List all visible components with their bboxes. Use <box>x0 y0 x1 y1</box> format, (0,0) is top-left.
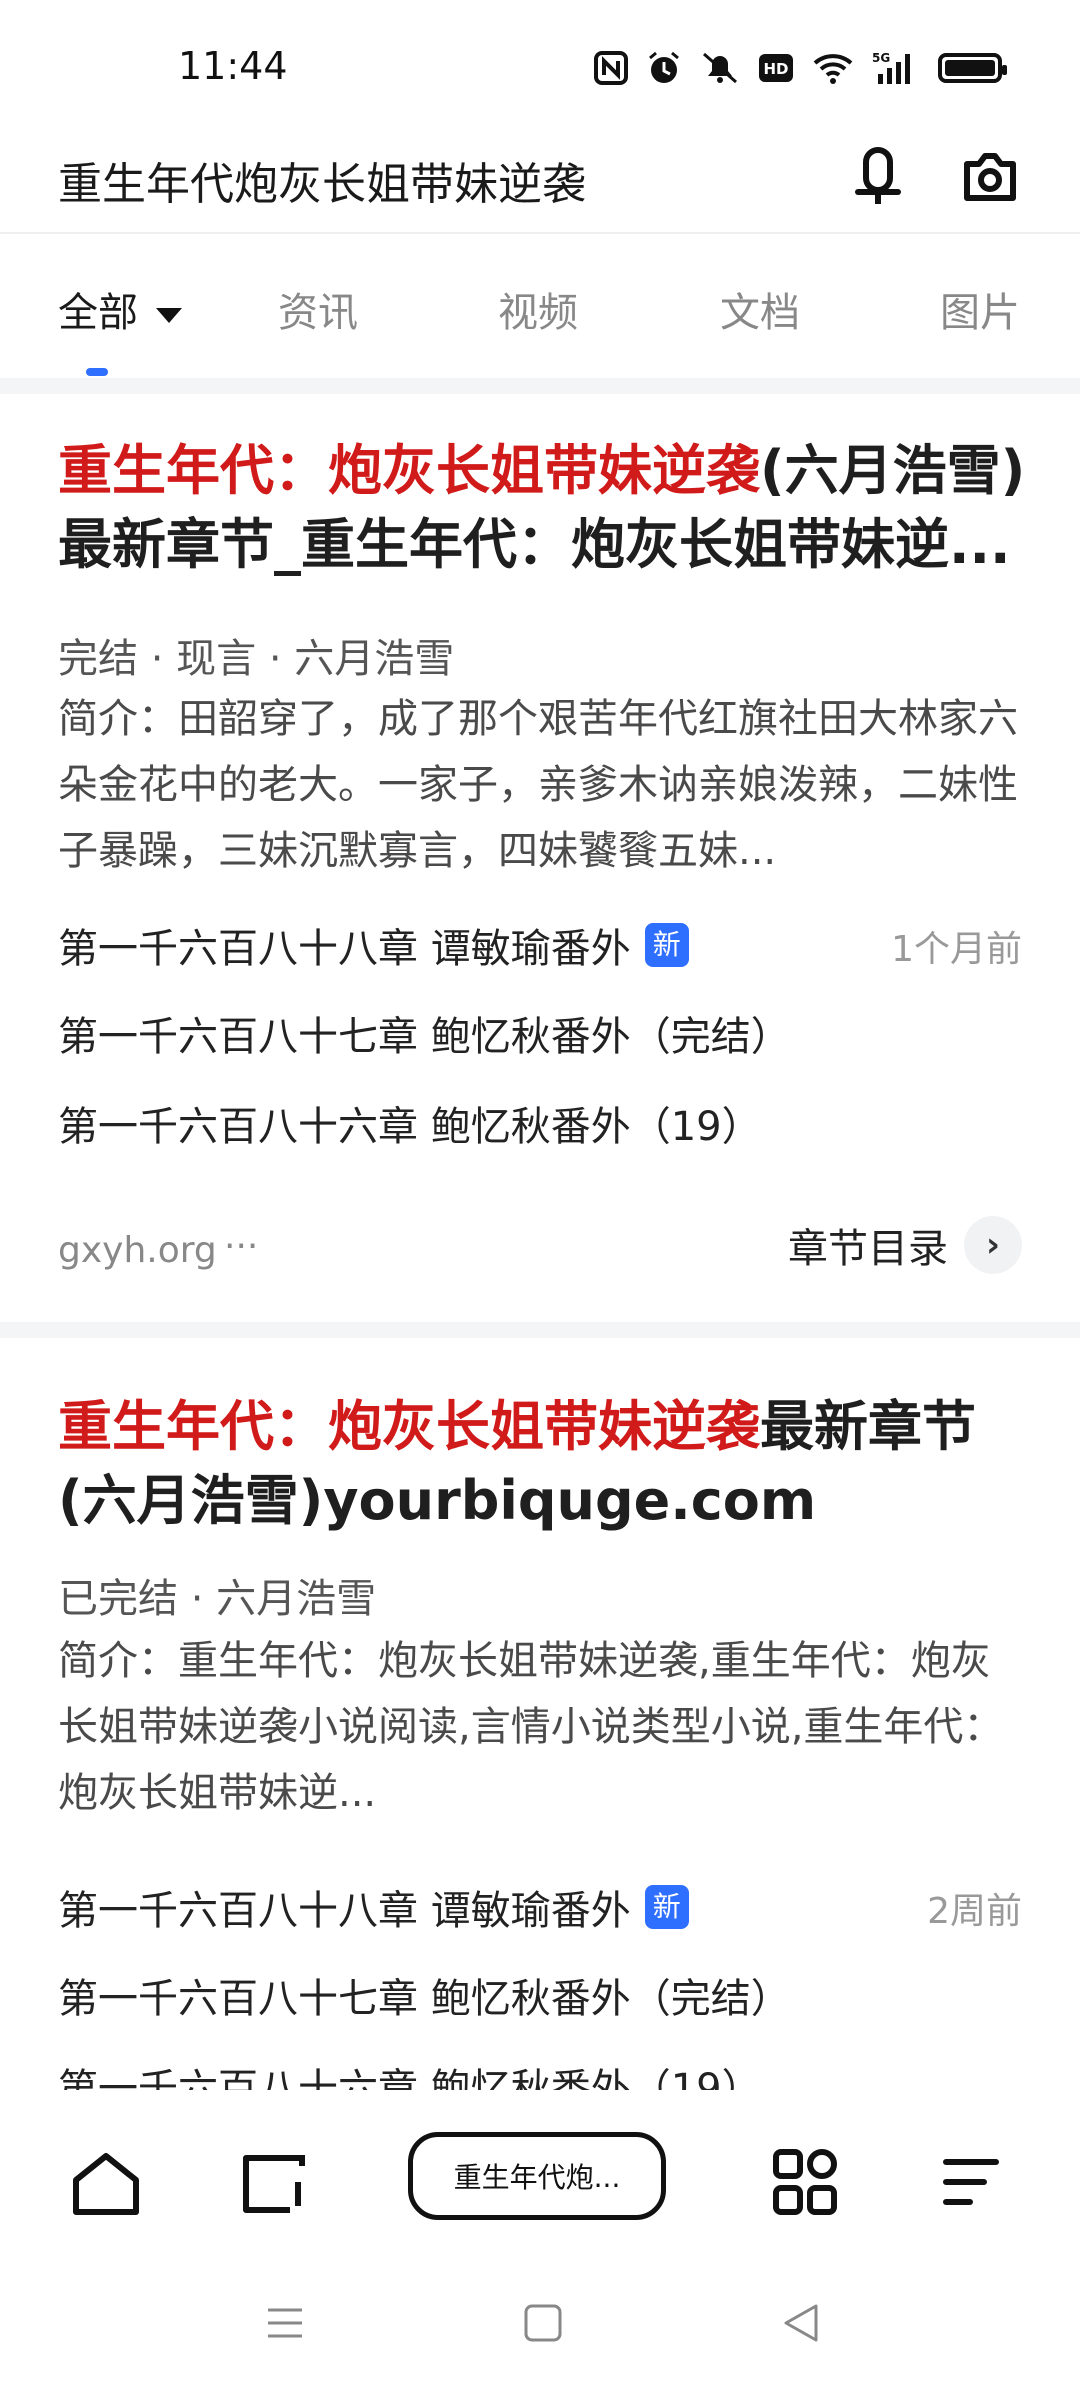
status-time: 11:44 <box>178 44 288 88</box>
current-query-pill[interactable]: 重生年代炮... <box>408 2132 666 2220</box>
menu-icon[interactable] <box>934 2142 1014 2222</box>
camera-icon[interactable] <box>955 142 1025 212</box>
chapter-time: 1个月前 <box>891 929 1022 970</box>
chapter-link[interactable]: 第一千六百八十八章 谭敏瑜番外 新 <box>58 916 689 974</box>
caret-down-icon[interactable] <box>156 307 182 323</box>
chapter-link[interactable]: 第一千六百八十七章 鲍忆秋番外（完结） <box>58 1004 791 1062</box>
bottom-toolbar: 1 重生年代炮... <box>0 2090 1080 2260</box>
hd-icon: HD <box>758 48 794 88</box>
result-meta: 已完结 · 六月浩雪 <box>58 1576 377 1622</box>
new-badge: 新 <box>644 1885 689 1929</box>
search-query[interactable]: 重生年代炮灰长姐带妹逆袭 <box>58 148 586 212</box>
source-site[interactable]: gxyh.org <box>58 1230 217 1271</box>
back-triangle-icon[interactable] <box>778 2300 824 2350</box>
battery-icon <box>938 48 1007 88</box>
system-nav-bar <box>0 2260 1080 2400</box>
more-options-icon[interactable]: ··· <box>224 1226 258 1267</box>
svg-text:HD: HD <box>763 60 788 78</box>
result-title[interactable]: 重生年代：炮灰长姐带妹逆袭(六月浩雪)最新章节_重生年代：炮灰长姐带妹逆... <box>58 434 1028 582</box>
home-icon[interactable] <box>66 2142 146 2222</box>
tab-docs[interactable]: 文档 <box>720 280 800 338</box>
result-description: 简介：田韶穿了，成了那个艰苦年代红旗社田大林家六朵金花中的老大。一家子，亲爹木讷… <box>58 696 1018 874</box>
search-bar[interactable]: 重生年代炮灰长姐带妹逆袭 <box>0 130 1080 234</box>
tabs-count-icon[interactable]: 1 <box>236 2142 316 2222</box>
status-icons: HD 5G <box>594 48 1007 88</box>
result-card[interactable]: 重生年代：炮灰长姐带妹逆袭(六月浩雪)最新章节_重生年代：炮灰长姐带妹逆... … <box>0 394 1080 1314</box>
tab-all[interactable]: 全部 <box>58 280 182 338</box>
result-description: 简介：重生年代：炮灰长姐带妹逆袭,重生年代：炮灰长姐带妹逆袭小说阅读,言情小说类… <box>58 1638 1004 1816</box>
status-bar: 11:44 HD 5G <box>0 0 1080 140</box>
home-square-icon[interactable] <box>520 2300 566 2350</box>
apps-grid-icon[interactable] <box>766 2142 846 2222</box>
chapter-time: 2周前 <box>927 1891 1022 1932</box>
tab-video[interactable]: 视频 <box>498 280 578 338</box>
result-title-highlight: 重生年代：炮灰长姐带妹逆袭 <box>58 1395 760 1458</box>
alarm-icon <box>646 48 682 88</box>
tab-all-label: 全部 <box>58 290 138 336</box>
recent-apps-icon[interactable] <box>262 2300 308 2350</box>
active-tab-indicator <box>86 368 108 376</box>
divider <box>0 1322 1080 1338</box>
wifi-icon <box>812 48 854 88</box>
tab-images[interactable]: 图片 <box>940 280 1020 338</box>
nfc-icon <box>594 48 628 88</box>
chapter-title: 第一千六百八十八章 谭敏瑜番外 <box>58 926 631 972</box>
svg-text:1: 1 <box>294 2209 295 2211</box>
tab-news[interactable]: 资讯 <box>278 280 358 338</box>
microphone-icon[interactable] <box>848 142 908 212</box>
cellular-signal-icon: 5G <box>872 48 920 88</box>
chevron-right-icon: › <box>964 1216 1022 1274</box>
result-title-highlight: 重生年代：炮灰长姐带妹逆袭 <box>58 439 760 502</box>
search-tabs: 全部 资讯 视频 文档 图片 <box>0 232 1080 378</box>
result-title[interactable]: 重生年代：炮灰长姐带妹逆袭最新章节(六月浩雪)yourbiquge.com <box>58 1390 1028 1538</box>
new-badge: 新 <box>644 923 689 967</box>
svg-text:5G: 5G <box>872 51 890 65</box>
chapter-catalog-button[interactable]: 章节目录 › <box>788 1216 1022 1274</box>
chapter-link[interactable]: 第一千六百八十八章 谭敏瑜番外 新 <box>58 1878 689 1936</box>
chapter-link[interactable]: 第一千六百八十六章 鲍忆秋番外（19） <box>58 1094 762 1152</box>
mute-icon <box>700 48 740 88</box>
result-meta: 完结 · 现言 · 六月浩雪 <box>58 636 455 682</box>
divider <box>0 378 1080 394</box>
chapter-link[interactable]: 第一千六百八十七章 鲍忆秋番外（完结） <box>58 1966 791 2024</box>
result-card[interactable]: 重生年代：炮灰长姐带妹逆袭最新章节(六月浩雪)yourbiquge.com 已完… <box>0 1338 1080 2098</box>
chapter-title: 第一千六百八十八章 谭敏瑜番外 <box>58 1888 631 1934</box>
chapter-catalog-label: 章节目录 <box>788 1226 948 1272</box>
